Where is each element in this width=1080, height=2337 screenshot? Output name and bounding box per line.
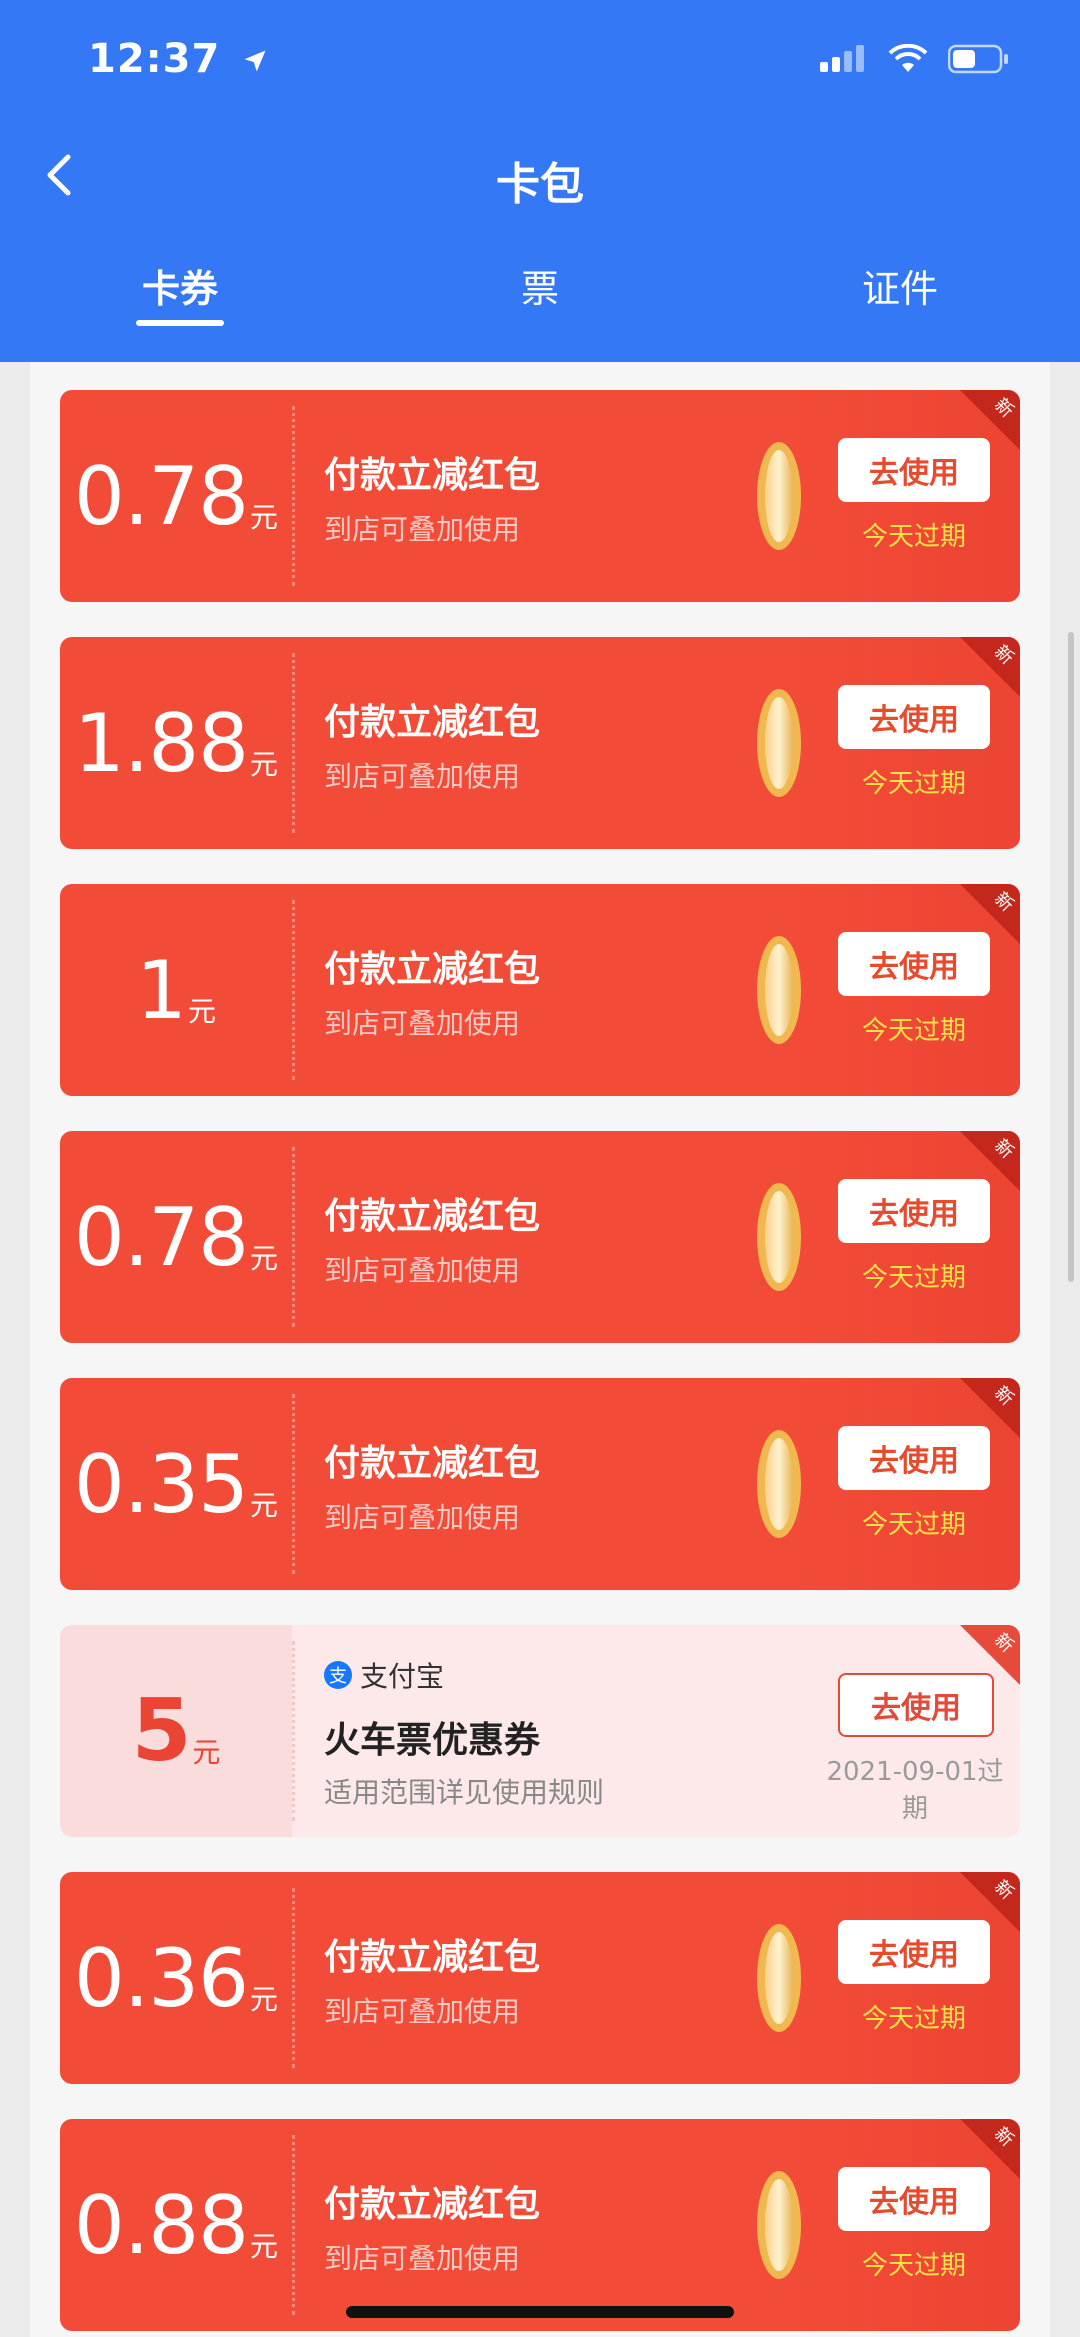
coupon-title: 付款立减红包 — [324, 1196, 541, 1237]
amount-value: 0.78 — [73, 449, 249, 543]
status-bar-time: 12:37 — [88, 36, 269, 82]
status-time-text: 12:37 — [88, 36, 221, 82]
coupon-title: 付款立减红包 — [324, 2184, 541, 2225]
amount-unit: 元 — [250, 748, 279, 781]
new-badge: 新 — [960, 2119, 1020, 2179]
app-header: 12:37 卡包 卡券 票 证件 — [0, 0, 1080, 362]
brand-name: 支付宝 — [360, 1660, 445, 1693]
coupon-subtitle: 到店可叠加使用 — [324, 760, 521, 793]
expire-text: 今天过期 — [861, 522, 966, 552]
home-indicator — [346, 2306, 734, 2318]
alipay-icon: 支 — [324, 1661, 352, 1689]
amount-unit: 元 — [250, 2230, 279, 2263]
new-badge: 新 — [960, 1131, 1020, 1191]
dotted-divider — [292, 1394, 295, 1574]
coupon-card[interactable]: 0.78 元付款立减红包 到店可叠加使用 去使用 今天过期新 — [60, 390, 1020, 602]
coupon-amount: 1.88 元 — [60, 637, 292, 849]
coupon-title: 付款立减红包 — [324, 949, 541, 990]
new-badge: 新 — [960, 884, 1020, 944]
coupon-subtitle: 到店可叠加使用 — [324, 1995, 521, 2028]
coupon-card[interactable]: 0.88 元付款立减红包 到店可叠加使用 去使用 今天过期新 — [60, 2119, 1020, 2331]
coin-icon — [754, 1181, 804, 1293]
amount-unit: 元 — [250, 501, 279, 534]
new-badge: 新 — [960, 1625, 1020, 1685]
coupon-card[interactable]: 5 元支支付宝 火车票优惠券 适用范围详见使用规则 去使用 2021-09-01过期新 — [60, 1625, 1020, 1837]
expire-text: 今天过期 — [861, 1263, 966, 1293]
page-title: 卡包 — [496, 159, 584, 210]
coin-icon — [754, 2169, 804, 2281]
expire-text: 今天过期 — [861, 1016, 966, 1046]
coupon-card[interactable]: 0.36 元付款立减红包 到店可叠加使用 去使用 今天过期新 — [60, 1872, 1020, 2084]
coin-icon — [754, 687, 804, 799]
new-badge: 新 — [960, 637, 1020, 697]
coupon-amount: 0.78 元 — [60, 390, 292, 602]
coin-icon — [754, 440, 804, 552]
tab-active-indicator — [136, 320, 224, 326]
status-icons — [820, 44, 1010, 74]
amount-unit: 元 — [187, 995, 216, 1028]
dotted-divider — [292, 2135, 295, 2315]
coupon-amount: 0.36 元 — [60, 1872, 292, 2084]
coupon-subtitle: 适用范围详见使用规则 — [324, 1776, 605, 1809]
dotted-divider — [292, 1147, 295, 1327]
amount-value: 0.78 — [73, 1190, 249, 1284]
dotted-divider — [292, 900, 295, 1080]
tab-bar: 卡券 票 证件 — [0, 258, 1080, 348]
amount-value: 0.35 — [73, 1437, 249, 1531]
coupon-subtitle: 到店可叠加使用 — [324, 513, 521, 546]
coupon-amount: 0.35 元 — [60, 1378, 292, 1590]
expire-text: 今天过期 — [861, 769, 966, 799]
amount-unit: 元 — [250, 1983, 279, 2016]
location-arrow-icon — [244, 50, 266, 72]
coupon-title: 火车票优惠券 — [324, 1720, 541, 1761]
new-badge: 新 — [960, 1378, 1020, 1438]
coupon-subtitle: 到店可叠加使用 — [324, 1007, 521, 1040]
brand-row: 支支付宝 — [324, 1655, 444, 1695]
coupon-subtitle: 到店可叠加使用 — [324, 1254, 521, 1287]
expire-text: 今天过期 — [861, 2251, 966, 2281]
coupon-amount: 5元 — [60, 1625, 292, 1837]
coupon-title: 付款立减红包 — [324, 702, 541, 743]
tab-tickets[interactable]: 票 — [440, 258, 640, 313]
coupon-title: 付款立减红包 — [324, 1937, 541, 1978]
coupon-title: 付款立减红包 — [324, 1443, 541, 1484]
coupon-amount: 1元 — [60, 884, 292, 1096]
coupon-card[interactable]: 1 元付款立减红包 到店可叠加使用 去使用 今天过期新 — [60, 884, 1020, 1096]
wifi-icon — [888, 44, 928, 72]
expire-text: 今天过期 — [861, 2004, 966, 2034]
amount-value: 1.88 — [73, 696, 249, 790]
coupon-title: 付款立减红包 — [324, 455, 541, 496]
coupon-card[interactable]: 1.88 元付款立减红包 到店可叠加使用 去使用 今天过期新 — [60, 637, 1020, 849]
dotted-divider — [292, 653, 295, 833]
amount-value: 0.88 — [73, 2178, 249, 2272]
new-badge: 新 — [960, 1872, 1020, 1932]
expire-text: 今天过期 — [861, 1510, 966, 1540]
battery-icon — [948, 44, 1008, 74]
coupon-subtitle: 到店可叠加使用 — [324, 2242, 521, 2275]
amount-value: 5 — [131, 1681, 192, 1781]
tab-cards[interactable]: 卡券 — [80, 258, 280, 313]
coupon-card[interactable]: 0.78 元付款立减红包 到店可叠加使用 去使用 今天过期新 — [60, 1131, 1020, 1343]
amount-unit: 元 — [250, 1242, 279, 1275]
dotted-divider — [292, 406, 295, 586]
expire-text: 2021-09-01过期 — [826, 1757, 1004, 1824]
dotted-divider — [292, 1641, 295, 1821]
amount-unit: 元 — [250, 1489, 279, 1522]
tab-documents[interactable]: 证件 — [800, 258, 1000, 313]
amount-unit: 元 — [192, 1736, 221, 1769]
coupon-card[interactable]: 0.35 元付款立减红包 到店可叠加使用 去使用 今天过期新 — [60, 1378, 1020, 1590]
dotted-divider — [292, 1888, 295, 2068]
signal-icon — [820, 45, 864, 72]
amount-value: 1 — [136, 943, 187, 1037]
coin-icon — [754, 934, 804, 1046]
scrollbar[interactable] — [1068, 632, 1074, 1282]
coupon-amount: 0.78 元 — [60, 1131, 292, 1343]
coupon-subtitle: 到店可叠加使用 — [324, 1501, 521, 1534]
amount-value: 0.36 — [73, 1931, 249, 2025]
coin-icon — [754, 1428, 804, 1540]
coupon-amount: 0.88 元 — [60, 2119, 292, 2331]
new-badge: 新 — [960, 390, 1020, 450]
coin-icon — [754, 1922, 804, 2034]
